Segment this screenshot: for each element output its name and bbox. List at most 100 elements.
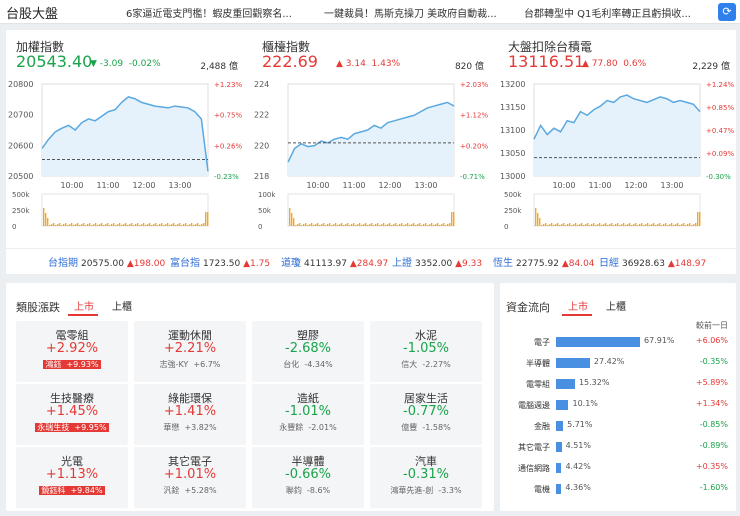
volume-bar <box>355 225 357 226</box>
volume-bar <box>605 223 607 226</box>
ticker-item[interactable]: 日經 36928.63 ▲148.97 <box>599 254 706 269</box>
volume-bar <box>151 225 153 226</box>
volume-bar <box>569 223 571 226</box>
flow-row[interactable]: 通信網路 4.42% +0.35% <box>500 457 736 479</box>
index-change: ▼ -3.09 -0.02% <box>90 59 161 69</box>
sector-card[interactable]: 電零組 +2.92% 鴻鈺 +9.93% <box>16 321 128 382</box>
volume-bar <box>413 223 415 226</box>
volume-bar <box>97 225 99 226</box>
sector-card[interactable]: 綠能環保 +1.41% 華懋 +3.82% <box>134 384 246 445</box>
volume-bar <box>117 224 119 226</box>
tab-otc[interactable]: 上櫃 <box>606 298 626 313</box>
volume-bar <box>555 224 557 226</box>
tab-listed[interactable]: 上市 <box>74 298 94 313</box>
volume-bar <box>179 223 181 226</box>
flow-pct: 5.71% <box>567 420 593 429</box>
index-change: ▲ 77.80 0.6% <box>582 59 647 69</box>
volume-bar <box>333 224 335 226</box>
tab-otc[interactable]: 上櫃 <box>112 298 132 313</box>
volume-bar <box>627 224 629 226</box>
news-link[interactable]: 6家逼近電支門檻！蝦皮重回觀察名... <box>126 5 298 20</box>
volume-bar <box>291 213 293 226</box>
volume-bar <box>699 212 701 226</box>
sector-card[interactable]: 運動休閒 +2.21% 志強-KY +6.7% <box>134 321 246 382</box>
volume-bar <box>611 223 613 226</box>
volume-bar <box>199 225 201 226</box>
sector-card[interactable]: 造紙 -1.01% 永豐餘 -2.01% <box>252 384 364 445</box>
flow-title: 資金流向 <box>506 301 550 314</box>
ticker-name: 日經 <box>599 258 619 269</box>
sector-pct: +1.13% <box>45 467 99 482</box>
sector-card[interactable]: 生技醫療 +1.45% 永瑞生技 +9.95% <box>16 384 128 445</box>
sector-card[interactable]: 半導體 -0.66% 聯鈞 -8.6% <box>252 447 364 508</box>
ticker-item[interactable]: 上證 3352.00 ▲9.33 <box>392 254 482 269</box>
flow-bar <box>556 442 562 452</box>
sector-card[interactable]: 塑膠 -2.68% 台化 -4.34% <box>252 321 364 382</box>
volume-tick-label: 50k <box>258 207 272 215</box>
ticker-item[interactable]: 台指期 20575.00 ▲198.00 <box>48 254 165 269</box>
leading-stock: 台化 -4.34% <box>283 360 333 369</box>
volume-bar <box>691 225 693 226</box>
ticker-change: ▲84.04 <box>561 259 595 269</box>
volume-bar <box>343 225 345 226</box>
news-link[interactable]: 一鍵裁員！馬斯克操刀 美政府自動裁... <box>324 5 500 20</box>
sector-card[interactable]: 水泥 -1.05% 信大 -2.27% <box>370 321 482 382</box>
volume-bar <box>609 224 611 226</box>
flow-row[interactable]: 金融 5.71% -0.85% <box>500 415 736 437</box>
ticker-item[interactable]: 富台指 1723.50 ▲1.75 <box>170 254 270 269</box>
y-tick-label: 222 <box>254 111 269 120</box>
sector-panel: 類股漲跌 上市 上櫃 電零組 +2.92% 鴻鈺 +9.93% 運動休閒 +2.21% 志… <box>6 283 494 511</box>
y-tick-label: 20800 <box>8 80 33 89</box>
volume-bar <box>393 224 395 226</box>
flow-row[interactable]: 電子 67.91% +6.06% <box>500 331 736 353</box>
ticker-name: 上證 <box>392 258 412 269</box>
sector-card[interactable]: 光電 +1.13% 鏡鈺科 +9.84% <box>16 447 128 508</box>
tab-listed[interactable]: 上市 <box>568 298 588 313</box>
volume-bar <box>95 223 97 226</box>
flow-row[interactable]: 電腦週邊 10.1% +1.34% <box>500 394 736 416</box>
flow-row[interactable]: 半導體 27.42% -0.35% <box>500 352 736 374</box>
index-card[interactable]: 櫃檯指數 222.69 ▲ 3.14 1.43% 820 億 224 222 220 218 +… <box>252 30 488 240</box>
sector-pct: +1.41% <box>163 404 217 419</box>
flow-row[interactable]: 其它電子 4.51% -0.89% <box>500 436 736 458</box>
flow-sector-name: 其它電子 <box>518 443 550 452</box>
volume-bar <box>679 225 681 226</box>
volume-bar <box>159 224 161 226</box>
sector-card[interactable]: 汽車 -0.31% 鴻華先進-創 -3.3% <box>370 447 482 508</box>
y-tick-label: 224 <box>254 80 269 89</box>
flow-change: +5.89% <box>695 378 728 387</box>
volume-bar <box>43 208 45 226</box>
volume-bar <box>169 225 171 226</box>
sector-card[interactable]: 居家生活 -0.77% 億豐 -1.58% <box>370 384 482 445</box>
volume-bar <box>631 225 633 226</box>
volume-bar <box>621 224 623 226</box>
refresh-icon[interactable]: ⟳ <box>718 3 736 21</box>
y-tick-pct: +0.85% <box>706 104 734 112</box>
ticker-item[interactable]: 恆生 22775.92 ▲84.04 <box>493 254 595 269</box>
volume-bar <box>547 225 549 226</box>
flow-change: +1.34% <box>695 399 728 408</box>
flow-pct: 27.42% <box>593 357 625 366</box>
top-bar: 台股大盤 6家逼近電支門檻！蝦皮重回觀察名... 一鍵裁員！馬斯克操刀 美政府自… <box>0 0 740 24</box>
sector-card[interactable]: 其它電子 +1.01% 汎銓 +5.28% <box>134 447 246 508</box>
volume-bar <box>563 223 565 226</box>
flow-row[interactable]: 電零組 15.32% +5.89% <box>500 373 736 395</box>
volume-bar <box>635 223 637 226</box>
flow-sector-name: 半導體 <box>526 359 550 368</box>
volume-bar <box>391 225 393 226</box>
volume-bar <box>379 225 381 226</box>
volume-bar <box>315 224 317 226</box>
tab-underline <box>562 314 592 316</box>
index-card[interactable]: 大盤扣除台積電 13116.51 ▲ 77.80 0.6% 2,229 億 13200 1… <box>498 30 734 240</box>
volume-bar <box>317 223 319 226</box>
volume-bar <box>401 223 403 226</box>
volume-bar <box>351 224 353 226</box>
volume-bar <box>59 223 61 226</box>
ticker-item[interactable]: 道瓊 41113.97 ▲284.97 <box>281 254 388 269</box>
index-card[interactable]: 加權指數 20543.40 ▼ -3.09 -0.02% 2,488 億 20800 20… <box>6 30 242 240</box>
volume-bar <box>389 223 391 226</box>
volume-bar <box>167 223 169 226</box>
flow-row[interactable]: 電機 4.36% -1.60% <box>500 478 736 500</box>
news-link[interactable]: 台郡轉型中 Q1毛利率轉正且虧損收... <box>524 5 696 20</box>
index-value: 20543.40 <box>16 52 93 71</box>
